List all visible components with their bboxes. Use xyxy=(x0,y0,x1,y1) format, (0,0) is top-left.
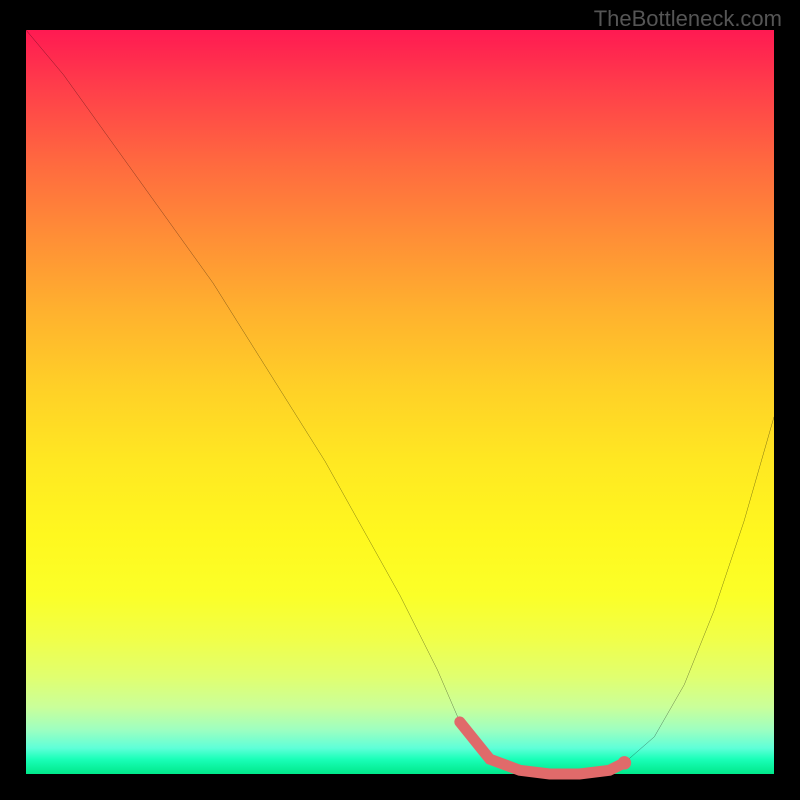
watermark-text: TheBottleneck.com xyxy=(594,6,782,32)
plot-area xyxy=(26,30,774,774)
highlight-band xyxy=(460,722,625,774)
highlight-dot xyxy=(618,756,631,769)
curve-svg xyxy=(26,30,774,774)
curve-path xyxy=(26,30,774,774)
